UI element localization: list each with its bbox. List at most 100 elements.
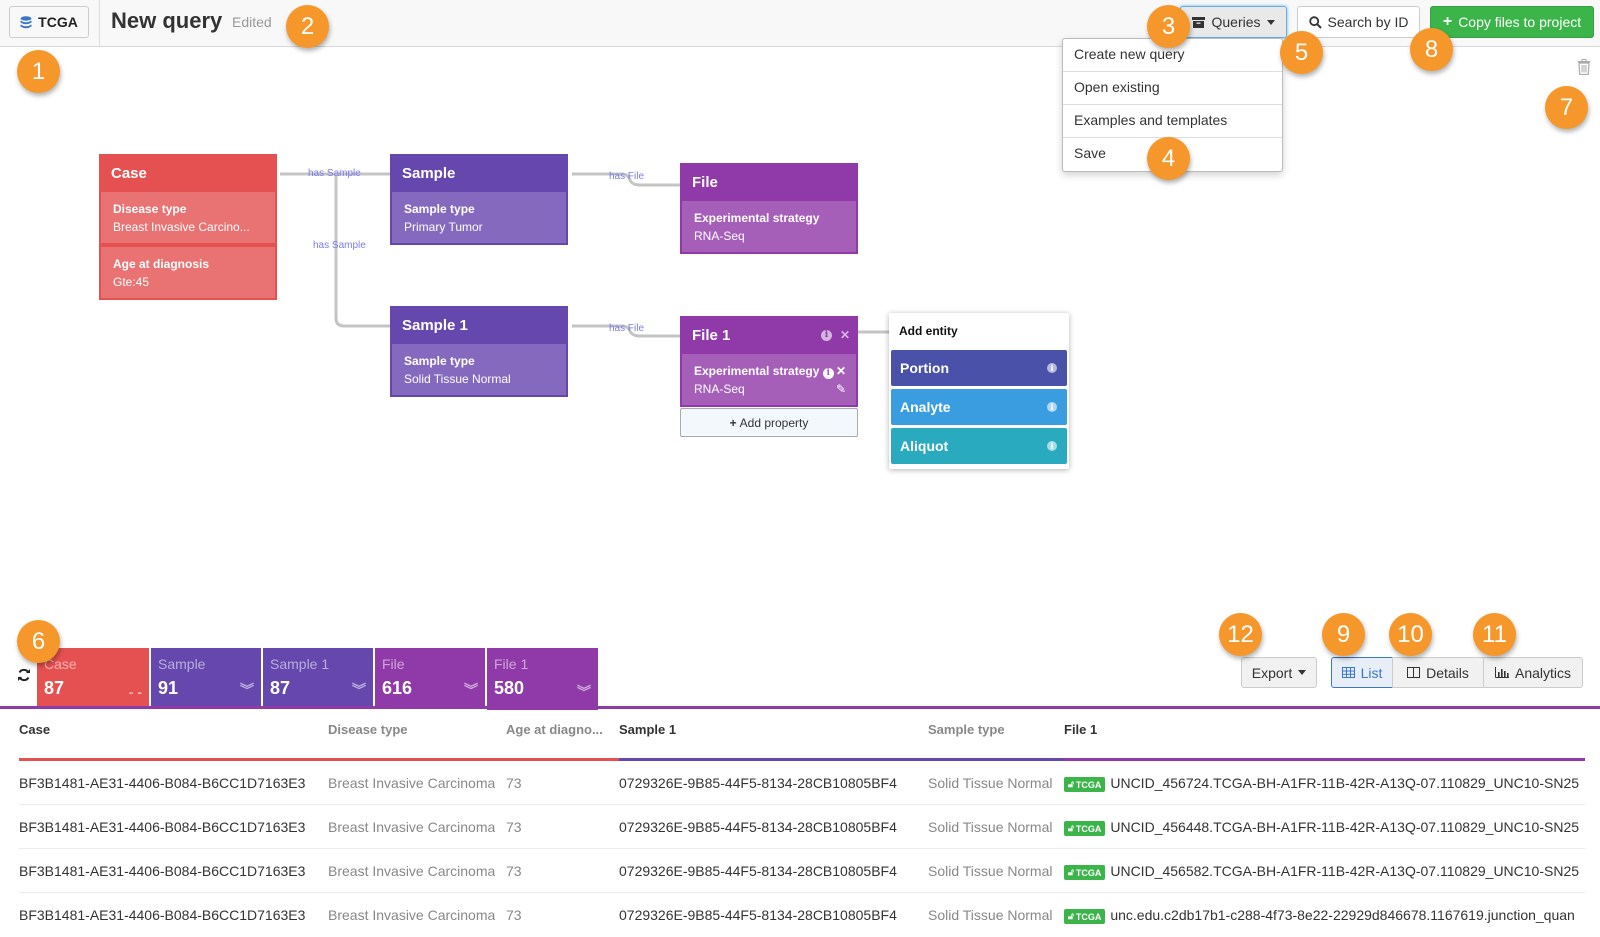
callout-badge: 9 — [1322, 613, 1365, 656]
unlock-icon: 🔓︎ — [1068, 911, 1074, 921]
sample-id-cell[interactable]: 0729326E-9B85-44F5-8134-28CB10805BF4 — [619, 775, 897, 791]
double-chevron-down-icon[interactable]: ︾ — [464, 680, 478, 700]
tcga-badge: 🔓︎ TCGA — [1064, 821, 1106, 836]
info-icon[interactable]: i — [1047, 441, 1057, 451]
callout-badge: 12 — [1219, 613, 1262, 656]
add-entity-analyte[interactable]: Analyte i — [891, 389, 1067, 425]
case-id-cell[interactable]: BF3B1481-AE31-4406-B084-B6CC1D7163E3 — [19, 819, 305, 835]
file-cell[interactable]: 🔓︎ TCGA UNCID_456582.TCGA-BH-A1FR-11B-42R-… — [1064, 863, 1587, 880]
property-name: Disease type — [113, 202, 187, 216]
column-header-disease-type[interactable]: Disease type — [328, 722, 408, 758]
list-view-button[interactable]: List — [1331, 657, 1393, 688]
refresh-icon[interactable] — [17, 668, 31, 682]
count-label: File — [382, 656, 405, 672]
double-chevron-down-icon[interactable]: ︾ — [352, 680, 366, 700]
file-name[interactable]: unc.edu.c2db17b1-c288-4f73-8e22-22929d84… — [1110, 907, 1574, 923]
node-property[interactable]: Sample type Solid Tissue Normal — [390, 344, 568, 397]
node-property[interactable]: Sample type Primary Tumor — [390, 192, 568, 245]
disease-type-cell: Breast Invasive Carcinoma — [328, 819, 496, 835]
property-value: Primary Tumor — [404, 220, 483, 234]
node-case[interactable]: Case Disease type Breast Invasive Carcin… — [99, 154, 277, 300]
export-button[interactable]: Export — [1241, 657, 1317, 688]
node-file[interactable]: File Experimental strategy RNA-Seq — [680, 163, 858, 254]
property-name: Experimental strategy — [694, 211, 820, 225]
table-row[interactable]: BF3B1481-AE31-4406-B084-B6CC1D7163E3 Bre… — [19, 893, 1585, 937]
add-property-button[interactable]: + Add property — [680, 408, 858, 437]
add-entity-aliquot[interactable]: Aliquot i — [891, 428, 1067, 464]
node-sample-1[interactable]: Sample 1 Sample type Solid Tissue Normal — [390, 306, 568, 397]
file-name[interactable]: UNCID_456724.TCGA-BH-A1FR-11B-42R-A13Q-0… — [1110, 775, 1579, 791]
unlock-icon: 🔓︎ — [1068, 779, 1074, 789]
double-chevron-down-icon[interactable]: ︾ — [240, 680, 254, 700]
column-header-file-1[interactable]: File 1 — [1064, 722, 1097, 758]
case-id-cell[interactable]: BF3B1481-AE31-4406-B084-B6CC1D7163E3 — [19, 907, 305, 923]
node-title: File 1 — [692, 326, 731, 344]
sample-type-cell: Solid Tissue Normal — [928, 863, 1053, 879]
count-tab-sample[interactable]: Sample 91 ︾ — [151, 648, 261, 708]
property-value: Breast Invasive Carcino... — [113, 220, 250, 234]
property-name: Sample type — [404, 202, 475, 216]
node-title: Sample 1 — [390, 306, 568, 344]
badge-label: TCGA — [1075, 911, 1102, 922]
count-tab-file-1[interactable]: File 1 580 ︾ — [487, 648, 598, 710]
node-property[interactable]: Disease type Breast Invasive Carcino... — [99, 192, 277, 245]
column-header-sample-1[interactable]: Sample 1 — [619, 722, 676, 758]
count-tab-case[interactable]: Case 87 - - — [37, 648, 149, 708]
table-row[interactable]: BF3B1481-AE31-4406-B084-B6CC1D7163E3 Bre… — [19, 761, 1585, 805]
case-id-cell[interactable]: BF3B1481-AE31-4406-B084-B6CC1D7163E3 — [19, 775, 305, 791]
column-header-case[interactable]: Case — [19, 722, 50, 758]
add-entity-portion[interactable]: Portion i — [891, 350, 1067, 386]
callout-badge: 3 — [1147, 5, 1190, 48]
remove-property-icon[interactable]: ✕ — [836, 362, 846, 380]
callout-badge: 6 — [17, 620, 60, 663]
count-label: File 1 — [494, 656, 529, 672]
edge-label: has Sample — [313, 240, 366, 251]
node-sample[interactable]: Sample Sample type Primary Tumor — [390, 154, 568, 245]
double-chevron-down-icon[interactable]: ︾ — [577, 682, 591, 702]
analytics-label: Analytics — [1514, 664, 1572, 681]
info-icon[interactable]: i — [822, 368, 834, 379]
info-icon[interactable]: i — [1047, 363, 1057, 373]
node-property[interactable]: Experimental strategy i RNA-Seq ✕ ✎ — [680, 354, 858, 407]
file-name[interactable]: UNCID_456448.TCGA-BH-A1FR-11B-42R-A13Q-0… — [1110, 819, 1579, 835]
info-icon[interactable]: i — [1047, 402, 1057, 412]
property-value: RNA-Seq — [694, 229, 745, 243]
node-property[interactable]: Experimental strategy RNA-Seq — [680, 201, 858, 254]
count-tab-sample-1[interactable]: Sample 1 87 ︾ — [263, 648, 373, 708]
table-icon — [1341, 667, 1355, 678]
case-id-cell[interactable]: BF3B1481-AE31-4406-B084-B6CC1D7163E3 — [19, 863, 305, 879]
query-graph-edges — [280, 172, 889, 338]
sample-id-cell[interactable]: 0729326E-9B85-44F5-8134-28CB10805BF4 — [619, 907, 897, 923]
age-cell: 73 — [506, 819, 522, 835]
node-file-1[interactable]: File 1 i ✕ Experimental strategy i RNA-S… — [680, 316, 858, 407]
file-name[interactable]: UNCID_456582.TCGA-BH-A1FR-11B-42R-A13Q-0… — [1110, 863, 1579, 879]
age-cell: 73 — [506, 907, 522, 923]
sample-type-cell: Solid Tissue Normal — [928, 907, 1053, 923]
analytics-view-button[interactable]: Analytics — [1483, 657, 1583, 688]
pencil-icon[interactable]: ✎ — [836, 380, 846, 398]
file-cell[interactable]: 🔓︎ TCGA UNCID_456448.TCGA-BH-A1FR-11B-42R-… — [1064, 819, 1587, 836]
count-value: 87 — [44, 678, 65, 698]
column-header-sample-type[interactable]: Sample type — [928, 722, 1005, 758]
tcga-badge: 🔓︎ TCGA — [1064, 777, 1106, 792]
table-row[interactable]: BF3B1481-AE31-4406-B084-B6CC1D7163E3 Bre… — [19, 805, 1585, 849]
edge-label: has File — [609, 171, 645, 182]
file-cell[interactable]: 🔓︎ TCGA unc.edu.c2db17b1-c288-4f73-8e22-22… — [1064, 907, 1587, 924]
details-view-button[interactable]: Details — [1392, 657, 1484, 688]
sample-type-cell: Solid Tissue Normal — [928, 775, 1053, 791]
count-tab-file[interactable]: File 616 ︾ — [375, 648, 485, 708]
sample-id-cell[interactable]: 0729326E-9B85-44F5-8134-28CB10805BF4 — [619, 863, 897, 879]
bar-chart-icon — [1494, 667, 1509, 678]
node-property[interactable]: Age at diagnosis Gte:45 — [99, 245, 277, 300]
close-icon[interactable]: ✕ — [840, 328, 850, 342]
property-value: Solid Tissue Normal — [404, 372, 511, 386]
disease-type-cell: Breast Invasive Carcinoma — [328, 775, 496, 791]
table-row[interactable]: BF3B1481-AE31-4406-B084-B6CC1D7163E3 Bre… — [19, 849, 1585, 893]
callout-badge: 7 — [1545, 86, 1588, 129]
list-label: List — [1360, 664, 1383, 681]
file-cell[interactable]: 🔓︎ TCGA UNCID_456724.TCGA-BH-A1FR-11B-42R-… — [1064, 775, 1587, 792]
column-header-age-at-diagnosis[interactable]: Age at diagno... — [506, 722, 603, 758]
caret-down-icon — [1298, 670, 1307, 675]
info-icon[interactable]: i — [820, 329, 832, 341]
sample-id-cell[interactable]: 0729326E-9B85-44F5-8134-28CB10805BF4 — [619, 819, 897, 835]
